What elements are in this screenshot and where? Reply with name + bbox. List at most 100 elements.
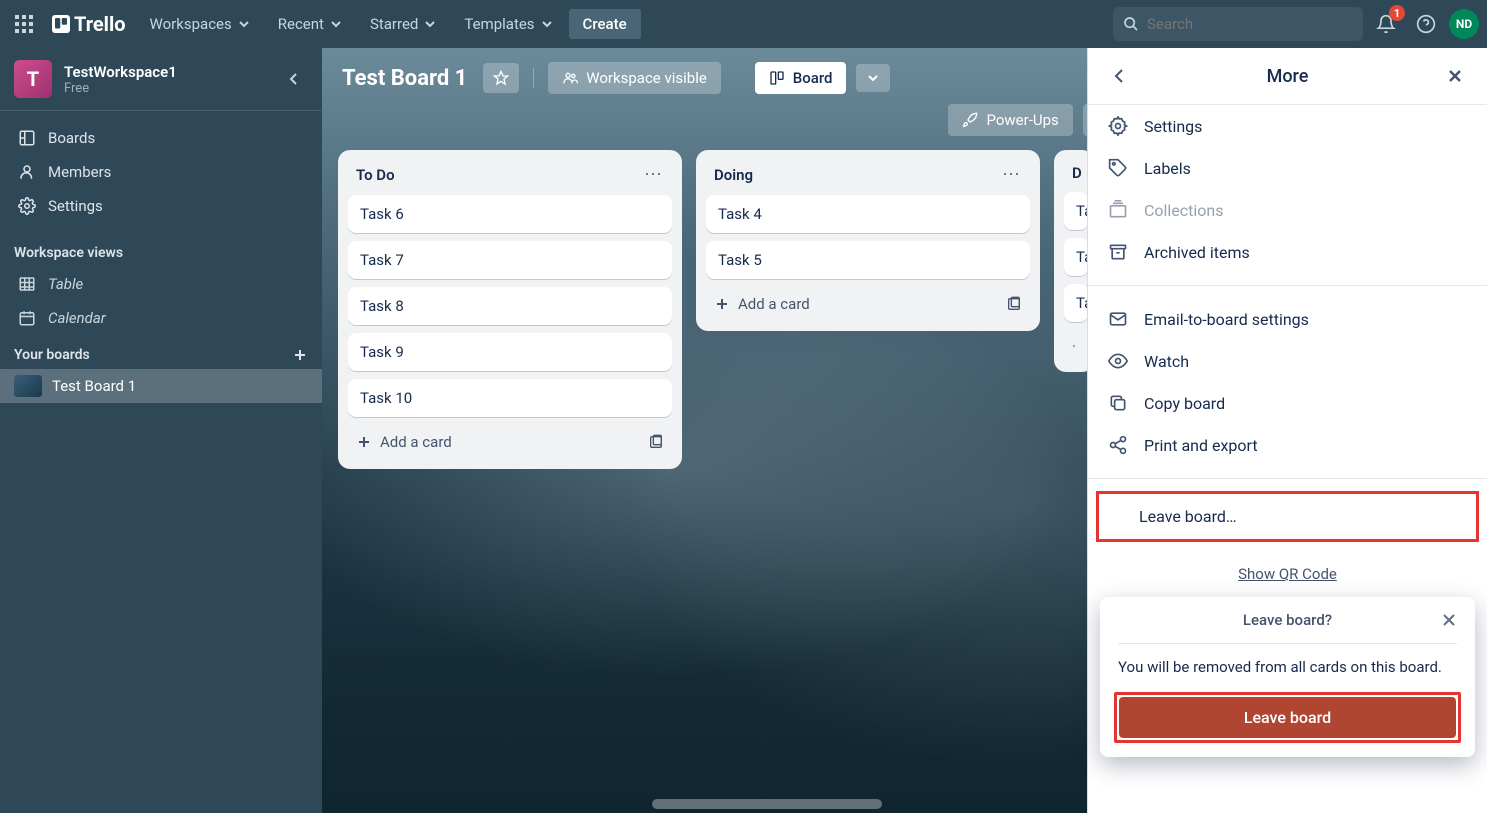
logo-text: Trello: [74, 12, 126, 36]
workspace-name: TestWorkspace1: [64, 63, 177, 81]
plus-icon: [356, 434, 372, 450]
sidebar-item-table[interactable]: Table: [0, 267, 322, 301]
sidebar-item-boards[interactable]: Boards: [0, 121, 322, 155]
menu-settings[interactable]: Settings: [1088, 105, 1487, 147]
star-button[interactable]: [483, 63, 519, 93]
nav-starred[interactable]: Starred: [358, 9, 448, 39]
card[interactable]: Ta: [1064, 192, 1088, 230]
card[interactable]: Task 5: [706, 241, 1030, 279]
card[interactable]: Ta: [1064, 238, 1088, 276]
workspace-plan: Free: [64, 81, 177, 96]
card[interactable]: Ta: [1064, 284, 1088, 322]
panel-title: More: [1134, 66, 1441, 87]
workspace-header[interactable]: T TestWorkspace1 Free: [0, 48, 322, 111]
board-view-button[interactable]: Board: [755, 62, 847, 94]
menu-print[interactable]: Print and export: [1088, 424, 1487, 466]
gear-icon: [18, 197, 36, 215]
menu-copy[interactable]: Copy board: [1088, 382, 1487, 424]
add-card-button[interactable]: Add a card: [348, 425, 672, 459]
popover-close-button[interactable]: [1441, 612, 1457, 628]
list-title[interactable]: To Do: [356, 166, 395, 184]
card[interactable]: Task 4: [706, 195, 1030, 233]
gear-icon: [1108, 116, 1128, 136]
card[interactable]: Task 10: [348, 379, 672, 417]
board-menu-panel: More Settings Labels Collections Archive…: [1087, 48, 1487, 813]
eye-icon: [1108, 351, 1128, 371]
nav-workspaces[interactable]: Workspaces: [138, 9, 262, 39]
list-title[interactable]: Doing: [714, 166, 753, 184]
copy-icon: [1108, 393, 1128, 413]
star-icon: [493, 70, 509, 86]
user-avatar[interactable]: ND: [1449, 9, 1479, 39]
workspace-logo: T: [14, 60, 52, 98]
sidebar-item-settings[interactable]: Settings: [0, 189, 322, 223]
sidebar: T TestWorkspace1 Free Boards Members Set…: [0, 48, 322, 813]
your-boards-heading: Your boards: [0, 335, 322, 369]
search-box[interactable]: [1113, 7, 1363, 41]
chevron-down-icon: [866, 71, 880, 85]
sidebar-item-members[interactable]: Members: [0, 155, 322, 189]
add-card-button[interactable]: Add a card: [706, 287, 1030, 321]
menu-archived[interactable]: Archived items: [1088, 231, 1487, 273]
board-thumbnail: [14, 375, 42, 397]
popover-body: You will be removed from all cards on th…: [1118, 656, 1457, 679]
panel-close-button[interactable]: [1441, 62, 1469, 90]
search-icon: [1123, 16, 1139, 32]
powerups-button[interactable]: Power-Ups: [948, 104, 1072, 136]
menu-leave-board[interactable]: Leave board…: [1099, 494, 1476, 539]
notifications-button[interactable]: 1: [1369, 7, 1403, 41]
visibility-button[interactable]: Workspace visible: [548, 62, 721, 94]
sidebar-item-calendar[interactable]: Calendar: [0, 301, 322, 335]
apps-launcher-icon[interactable]: [8, 8, 40, 40]
list-menu-button[interactable]: ⋯: [1002, 164, 1022, 185]
horizontal-scrollbar[interactable]: [652, 799, 882, 809]
card[interactable]: Task 7: [348, 241, 672, 279]
mail-icon: [1108, 309, 1128, 329]
add-card-button[interactable]: [1064, 330, 1084, 362]
list-todo: To Do ⋯ Task 6 Task 7 Task 8 Task 9 Task…: [338, 150, 682, 469]
template-icon[interactable]: [648, 434, 664, 450]
sidebar-collapse-button[interactable]: [280, 65, 308, 93]
menu-labels[interactable]: Labels: [1088, 147, 1487, 189]
card[interactable]: Task 9: [348, 333, 672, 371]
calendar-icon: [18, 309, 36, 327]
nav-templates[interactable]: Templates: [452, 9, 564, 39]
board-icon: [18, 129, 36, 147]
help-button[interactable]: [1409, 7, 1443, 41]
view-switcher-button[interactable]: [856, 64, 890, 92]
board-view-icon: [769, 70, 785, 86]
panel-back-button[interactable]: [1106, 62, 1134, 90]
menu-collections[interactable]: Collections: [1088, 189, 1487, 231]
board-item-test-board-1[interactable]: Test Board 1: [0, 369, 322, 403]
trello-logo[interactable]: Trello: [44, 12, 134, 36]
card[interactable]: Task 6: [348, 195, 672, 233]
nav-recent[interactable]: Recent: [266, 9, 354, 39]
card[interactable]: Task 8: [348, 287, 672, 325]
leave-board-confirm-button[interactable]: Leave board: [1119, 697, 1456, 738]
help-icon: [1416, 14, 1436, 34]
template-icon[interactable]: [1006, 296, 1022, 312]
topbar: Trello Workspaces Recent Starred Templat…: [0, 0, 1487, 48]
list-doing: Doing ⋯ Task 4 Task 5 Add a card: [696, 150, 1040, 331]
menu-email[interactable]: Email-to-board settings: [1088, 298, 1487, 340]
people-icon: [562, 70, 578, 86]
plus-icon[interactable]: [292, 347, 308, 363]
board-title[interactable]: Test Board 1: [342, 66, 467, 91]
table-icon: [18, 275, 36, 293]
workspace-views-heading: Workspace views: [0, 233, 322, 267]
notif-badge: 1: [1389, 5, 1405, 21]
rocket-icon: [962, 112, 978, 128]
members-icon: [18, 163, 36, 181]
tag-icon: [1108, 158, 1128, 178]
archive-icon: [1108, 242, 1128, 262]
list-menu-button[interactable]: ⋯: [644, 164, 664, 185]
search-input[interactable]: [1147, 15, 1353, 33]
create-button[interactable]: Create: [569, 9, 641, 39]
share-icon: [1108, 435, 1128, 455]
popover-title: Leave board?: [1243, 611, 1332, 629]
plus-icon: [714, 296, 730, 312]
leave-board-popover: Leave board? You will be removed from al…: [1100, 597, 1475, 758]
menu-watch[interactable]: Watch: [1088, 340, 1487, 382]
show-qr-link[interactable]: Show QR Code: [1088, 546, 1487, 601]
collections-icon: [1108, 200, 1128, 220]
